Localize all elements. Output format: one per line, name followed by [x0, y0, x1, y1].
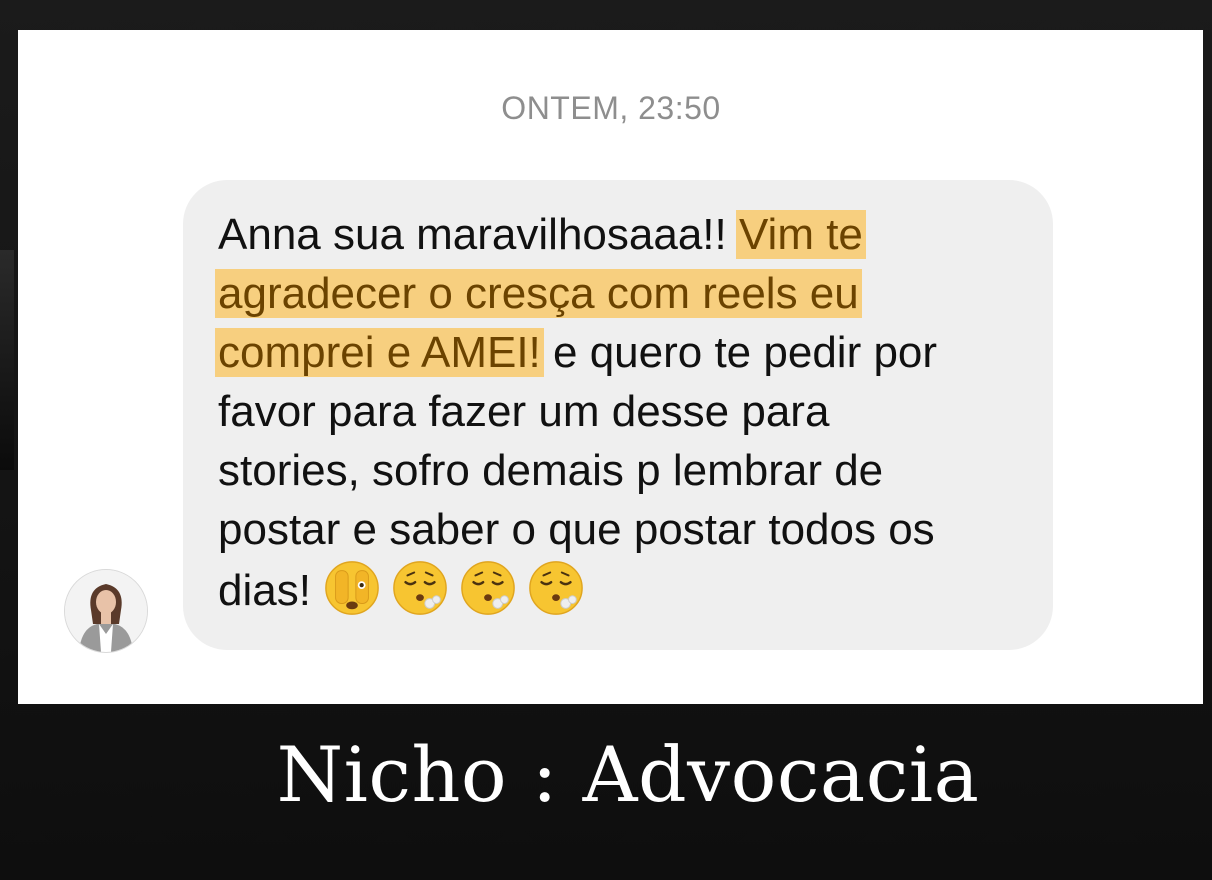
face-exhaling-icon [461, 561, 515, 615]
message-line-7: dias! [218, 559, 1028, 620]
message-timestamp: ONTEM, 23:50 [501, 90, 721, 126]
message-line-2: agradecer o cresça com reels eu [215, 264, 1028, 323]
message-part-2: e quero te pedir por [540, 328, 938, 377]
message-line-4: favor para fazer um desse para [218, 387, 830, 436]
avatar[interactable] [64, 569, 148, 653]
message-line-5: stories, sofro demais p lembrar de [218, 446, 884, 495]
person-avatar-icon [65, 570, 147, 652]
message-line-6: postar e saber o que postar todos os [218, 505, 935, 554]
highlighted-text-3: comprei e AMEI! [215, 328, 544, 377]
message-line-3: comprei e AMEI! e quero te pedir por [215, 323, 1028, 382]
face-exhaling-icon [529, 561, 583, 615]
message-text: Anna sua maravilhosaaa!! Vim te agradece… [215, 205, 1028, 620]
message-part-1: Anna sua maravilhosaaa!! [218, 210, 739, 259]
highlighted-text-1: Vim te [735, 210, 866, 259]
background-streak [0, 250, 14, 470]
niche-caption: Nicho : Advocacia [276, 730, 980, 819]
face-exhaling-icon [393, 561, 447, 615]
message-line-7-text: dias! [218, 566, 324, 615]
highlighted-text-2: agradecer o cresça com reels eu [215, 269, 862, 318]
message-line-1: Anna sua maravilhosaaa!! Vim te [218, 205, 1028, 264]
face-with-peeking-eye-icon [325, 561, 379, 615]
